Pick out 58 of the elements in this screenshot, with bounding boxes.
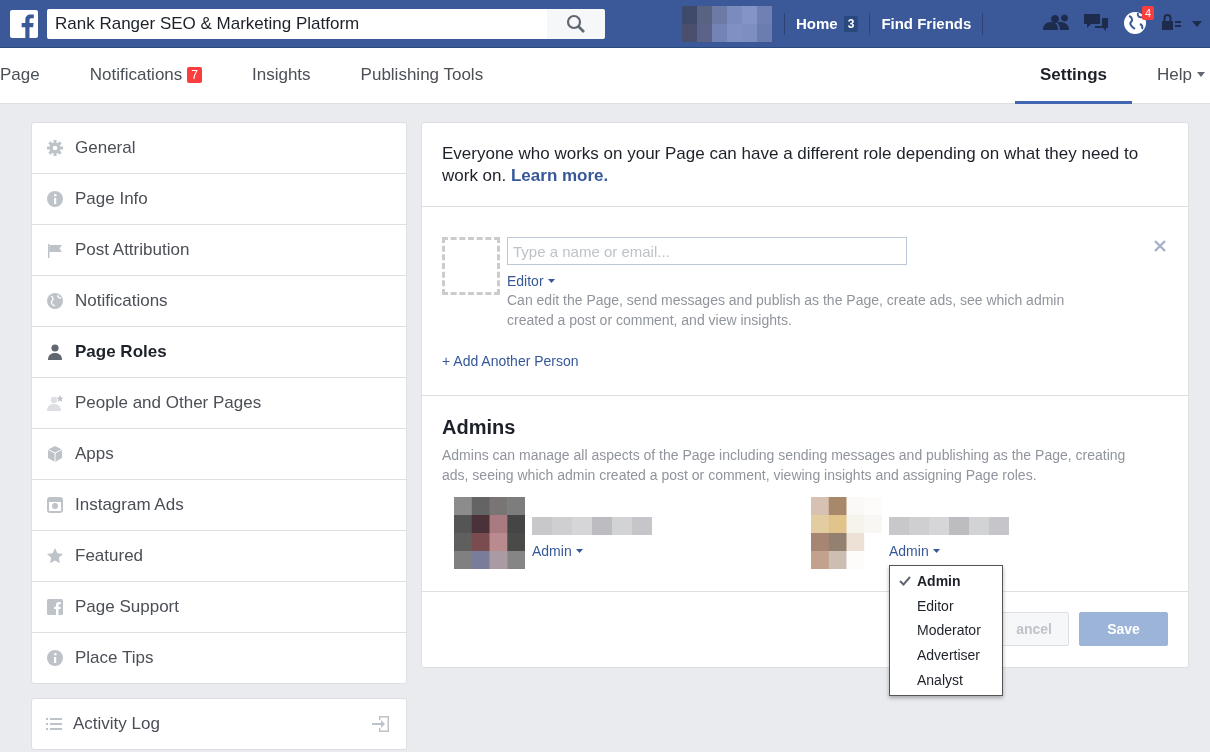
photo-placeholder	[442, 237, 500, 295]
sidebar-item[interactable]: Instagram Ads	[32, 479, 406, 530]
role-dropdown[interactable]: Editor	[507, 273, 555, 289]
sign-in-icon	[372, 715, 390, 733]
globe-icon	[46, 292, 64, 310]
info-icon	[46, 190, 64, 208]
tab[interactable]: Help	[1132, 48, 1210, 104]
menu-item[interactable]: Analyst	[890, 667, 1002, 692]
close-icon[interactable]	[1154, 240, 1166, 252]
flag-icon	[46, 241, 64, 259]
intro-text: Everyone who works on your Page can have a different role depending on what they need to work on. Learn more.	[422, 123, 1188, 207]
person-icon	[46, 343, 64, 361]
search-icon	[566, 13, 586, 34]
tab[interactable]: Page	[0, 48, 65, 104]
search-button[interactable]	[547, 8, 605, 39]
caret-icon	[547, 279, 555, 283]
search-field[interactable]: Rank Ranger SEO & Marketing Platform	[47, 8, 547, 39]
check-icon	[899, 576, 911, 586]
sidebar-item[interactable]: Page Roles	[32, 326, 406, 377]
sidebar-item[interactable]: Post Attribution	[32, 224, 406, 275]
list-icon	[46, 717, 62, 731]
caret-icon	[932, 549, 940, 553]
section-title: Admins	[442, 416, 517, 439]
facebook-logo[interactable]	[10, 9, 38, 38]
count-badge: 3	[843, 15, 859, 32]
caret-icon	[575, 549, 583, 553]
info-icon	[46, 649, 64, 667]
count-badge: 7	[187, 66, 202, 83]
settings-icon	[46, 139, 64, 157]
menu-item[interactable]: Admin	[890, 569, 1002, 594]
sidebar-item[interactable]: General	[32, 123, 406, 173]
camera-icon	[46, 496, 64, 514]
sidebar-item[interactable]: Notifications	[32, 275, 406, 326]
sidebar-item[interactable]: Place Tips	[32, 632, 406, 683]
sidebar-item[interactable]: Page Support	[32, 581, 406, 632]
nav-link[interactable]: Find Friends	[870, 15, 983, 32]
tab[interactable]: Insights	[227, 48, 336, 104]
tab[interactable]: Publishing Tools	[335, 48, 509, 104]
sidebar-item[interactable]: Apps	[32, 428, 406, 479]
name-input-field[interactable]: Type a name or email...	[507, 237, 907, 265]
role-dropdown[interactable]: Admin	[889, 543, 1009, 559]
star-icon	[46, 547, 64, 565]
nav-link[interactable]: Home 3	[785, 15, 870, 32]
notification-badge: 4	[1141, 5, 1154, 20]
learn-more-link[interactable]: Learn more.	[511, 166, 609, 185]
sidebar-item[interactable]: People and Other Pages	[32, 377, 406, 428]
activity-log-item[interactable]: Activity Log	[31, 698, 407, 750]
sidebar-item[interactable]: Page Info	[32, 173, 406, 224]
role-description: Can edit the Page, send messages and publish as the Page, create ads, see which admin created a post or comment, and view insights.	[507, 291, 1066, 330]
tab[interactable]: Settings	[1014, 48, 1133, 104]
role-dropdown[interactable]: Admin	[532, 543, 652, 559]
section-description: Admins can manage all aspects of the Page including sending messages and publishing as the Page, creating ads, seeing which admin created a post or comment, viewing insights and assigning Page roles.	[442, 446, 1127, 485]
tab[interactable]: Notifications 7	[64, 48, 227, 104]
sidebar-item[interactable]: Featured	[32, 530, 406, 581]
f-logo-icon	[46, 598, 64, 616]
person-star-icon	[46, 394, 64, 412]
cube-icon	[46, 445, 64, 463]
add-person-link[interactable]: + Add Another Person	[442, 353, 579, 369]
